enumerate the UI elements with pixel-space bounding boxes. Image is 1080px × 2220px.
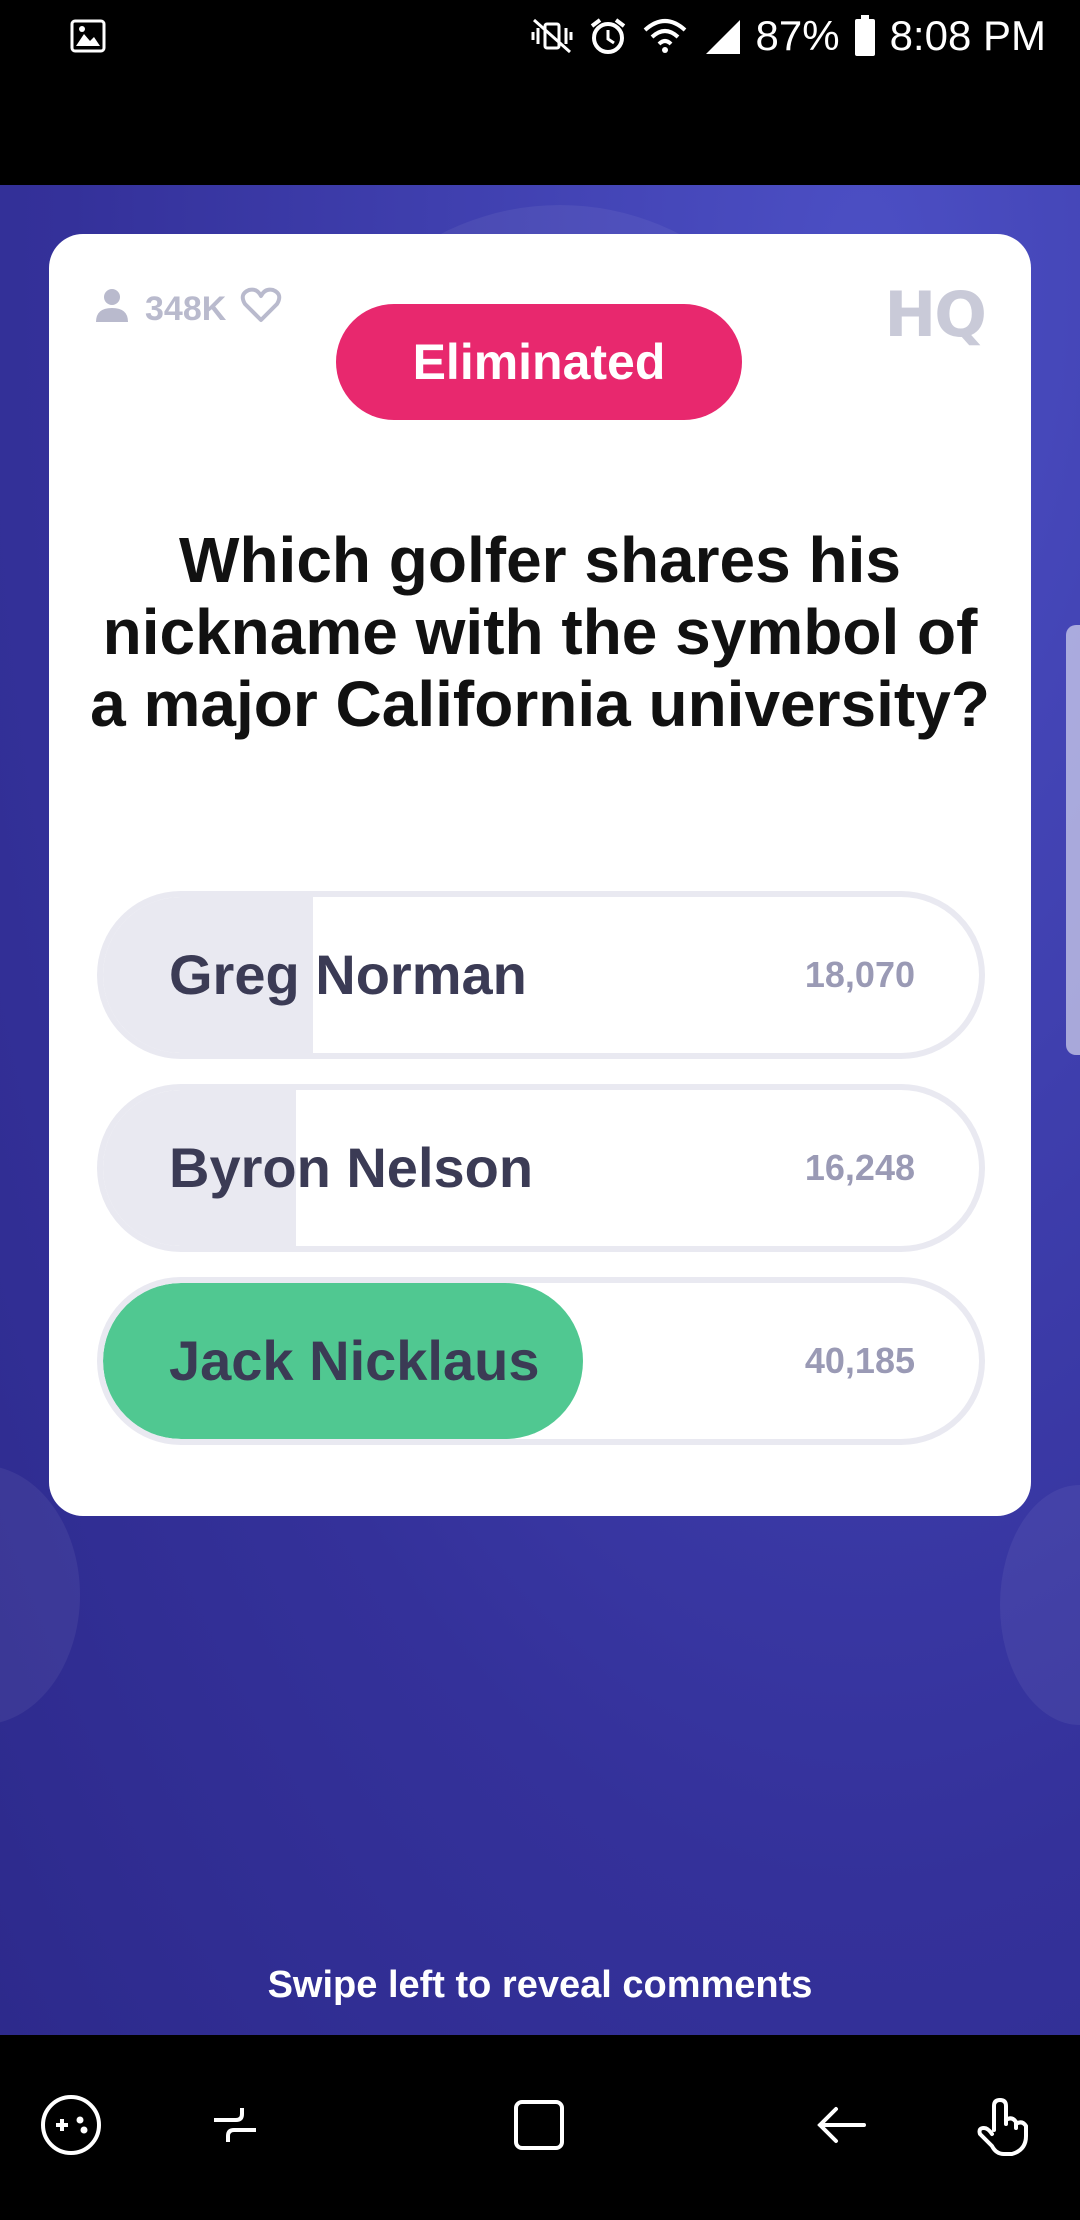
- navigation-bar: [0, 2035, 1080, 2220]
- answer-label: Jack Nicklaus: [169, 1329, 540, 1392]
- touch-icon[interactable]: [970, 2090, 1040, 2160]
- viewer-count-value: 348K: [145, 290, 227, 328]
- back-icon[interactable]: [806, 2090, 876, 2160]
- clock: 8:08 PM: [889, 12, 1046, 59]
- user-icon: [93, 286, 131, 333]
- signal-icon: [702, 16, 742, 56]
- viewer-count: 348K: [93, 286, 282, 333]
- answer-count: 16,248: [804, 1147, 915, 1188]
- eliminated-badge: Eliminated: [336, 304, 742, 420]
- answer-label: Greg Norman: [169, 943, 527, 1006]
- answer-label: Byron Nelson: [169, 1136, 534, 1199]
- answer-count: 18,070: [804, 954, 915, 995]
- hq-logo: HQ: [884, 278, 987, 351]
- wifi-icon: [642, 16, 688, 56]
- status-indicators: 87% 8:08 PM: [530, 6, 1046, 66]
- answer-option[interactable]: Greg Norman 18,070: [97, 891, 985, 1059]
- answer-list: Greg Norman 18,070 Byron Nelson 16,248 J…: [97, 891, 985, 1470]
- answer-option[interactable]: Jack Nicklaus 40,185: [97, 1277, 985, 1445]
- battery-icon: [854, 15, 876, 57]
- home-icon[interactable]: [504, 2090, 574, 2160]
- question-text: Which golfer shares his nickname with th…: [90, 524, 990, 740]
- heart-icon[interactable]: [240, 286, 282, 333]
- status-bar: 87% 8:08 PM: [0, 0, 1080, 185]
- alarm-icon: [588, 16, 628, 56]
- game-tools-icon[interactable]: [36, 2090, 106, 2160]
- answer-option[interactable]: Byron Nelson 16,248: [97, 1084, 985, 1252]
- answer-count: 40,185: [804, 1340, 915, 1381]
- recent-apps-icon[interactable]: [200, 2090, 270, 2160]
- background-shape: [1000, 1485, 1080, 1725]
- image-icon: [70, 18, 106, 54]
- swipe-hint: Swipe left to reveal comments: [267, 1964, 813, 2006]
- question-card: 348K HQ Eliminated Which golfer shares h…: [49, 234, 1031, 1516]
- battery-percent: 87%: [755, 12, 840, 59]
- comments-drawer-handle[interactable]: [1066, 625, 1080, 1055]
- mute-vibrate-icon: [530, 16, 574, 56]
